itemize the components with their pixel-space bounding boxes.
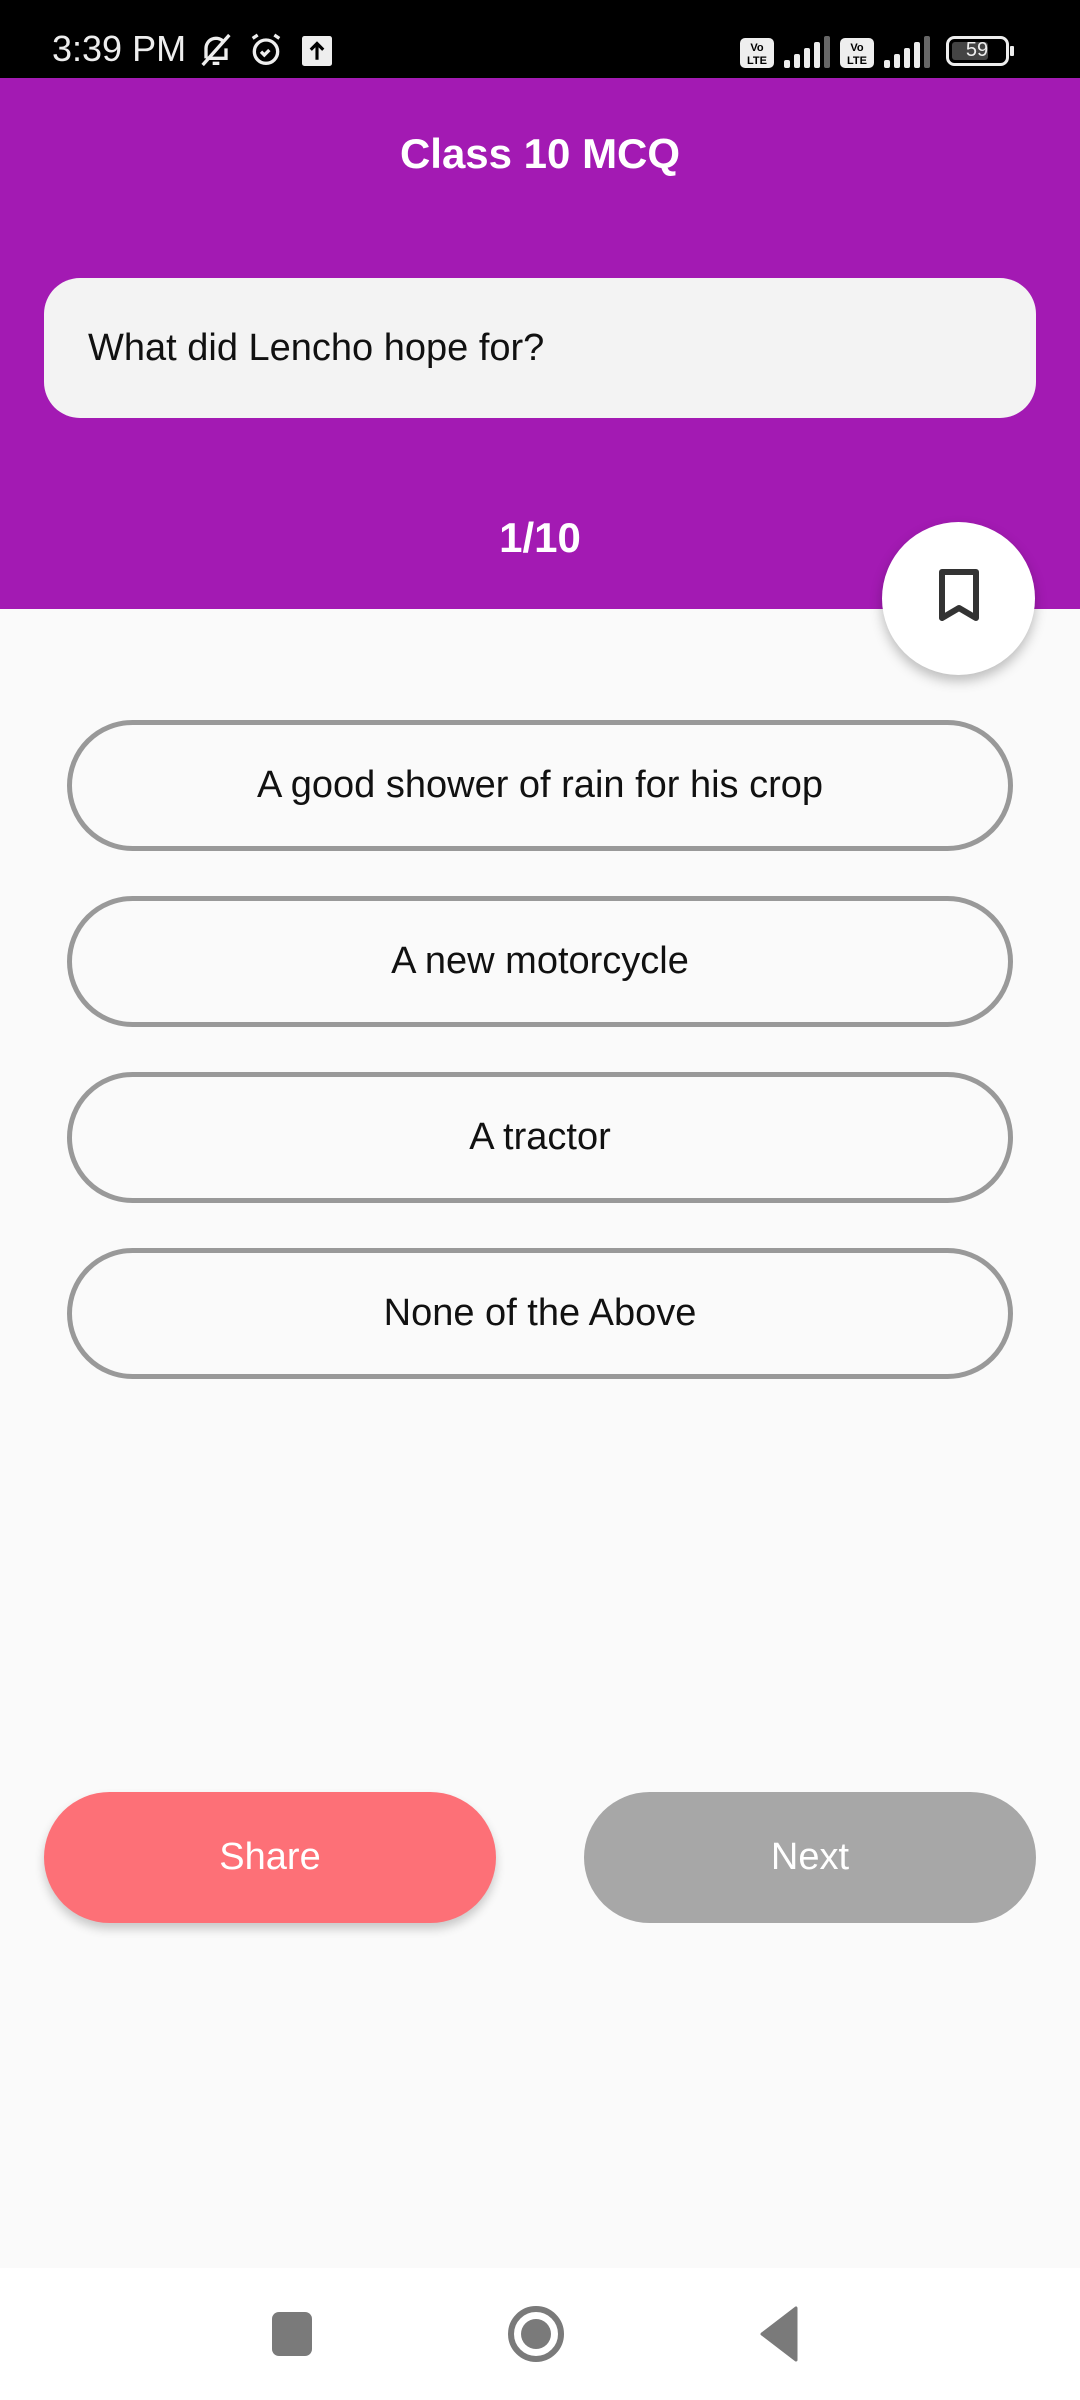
back-icon	[758, 2306, 802, 2367]
navigation-bar	[0, 2268, 1080, 2400]
option-3[interactable]: A tractor	[67, 1072, 1013, 1203]
recents-icon	[270, 2310, 314, 2363]
volte-icon: Vo LTE	[740, 38, 774, 73]
option-1[interactable]: A good shower of rain for his crop	[67, 720, 1013, 851]
signal-icon	[884, 36, 932, 73]
recents-button[interactable]	[252, 2296, 332, 2376]
svg-text:LTE: LTE	[847, 55, 867, 67]
home-button[interactable]	[496, 2296, 576, 2376]
back-button[interactable]	[740, 2296, 820, 2376]
share-button[interactable]: Share	[44, 1792, 496, 1923]
battery-level: 59	[965, 39, 989, 61]
share-label: Share	[219, 1836, 321, 1878]
home-icon	[506, 2304, 566, 2369]
page-title: Class 10 MCQ	[399, 130, 681, 177]
svg-text:LTE: LTE	[747, 55, 767, 67]
status-time: 3:39 PM	[52, 28, 187, 69]
option-label: A new motorcycle	[391, 940, 689, 982]
next-button[interactable]: Next	[584, 1792, 1036, 1923]
volte-icon: Vo LTE	[840, 38, 874, 73]
upload-icon	[302, 36, 332, 71]
option-2[interactable]: A new motorcycle	[67, 896, 1013, 1027]
next-label: Next	[770, 1836, 850, 1878]
option-label: A good shower of rain for his crop	[256, 764, 824, 806]
option-label: A tractor	[469, 1116, 611, 1158]
battery-icon: 59	[946, 36, 1016, 66]
bookmark-button[interactable]	[882, 522, 1035, 675]
question-card: What did Lencho hope for?	[44, 278, 1036, 418]
alarm-icon	[246, 30, 286, 75]
signal-icon	[784, 36, 832, 73]
option-4[interactable]: None of the Above	[67, 1248, 1013, 1379]
question-text: What did Lencho hope for?	[88, 326, 545, 369]
svg-text:Vo: Vo	[750, 42, 764, 54]
bookmark-icon	[937, 568, 981, 629]
option-label: None of the Above	[383, 1292, 697, 1334]
status-bar: 3:39 PM Vo LTE Vo LTE 59	[0, 0, 1080, 78]
bell-off-icon	[196, 30, 236, 75]
svg-text:Vo: Vo	[850, 42, 864, 54]
